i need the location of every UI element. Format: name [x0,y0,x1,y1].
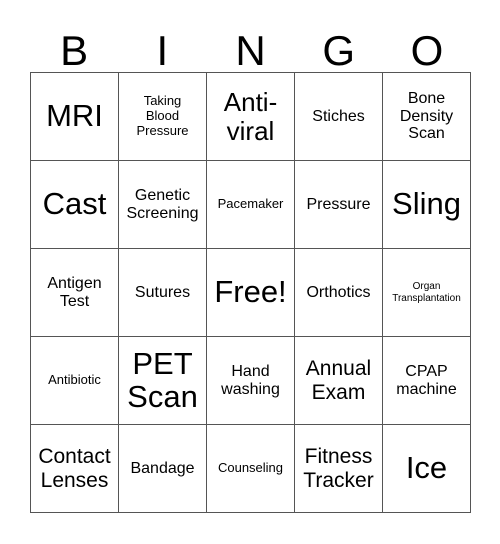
bingo-cell-label: Organ Transplantation [392,281,461,304]
bingo-cell-r1c5[interactable]: Bone Density Scan [383,73,471,161]
bingo-cell-r4c2[interactable]: PET Scan [119,337,207,425]
bingo-cell-label: PET Scan [127,345,198,414]
bingo-cell-label: Cast [42,186,107,222]
bingo-cell-label: Pacemaker [217,196,284,212]
bingo-cell-r4c5[interactable]: CPAP machine [383,337,471,425]
bingo-cell-label: Antibiotic [48,372,101,388]
bingo-cell-r5c4[interactable]: Fitness Tracker [295,425,383,513]
bingo-header-letter-n: N [235,27,266,74]
bingo-cell-r3c5[interactable]: Organ Transplantation [383,249,471,337]
bingo-cell-r3c1[interactable]: Antigen Test [31,249,119,337]
bingo-cell-label: Annual Exam [305,357,372,404]
bingo-cell-r4c3[interactable]: Hand washing [207,337,295,425]
bingo-cell-label: Genetic Screening [126,186,199,222]
bingo-cell-r4c1[interactable]: Antibiotic [31,337,119,425]
bingo-cell-r1c3[interactable]: Anti- viral [207,73,295,161]
bingo-grid: MRI Taking Blood Pressure Anti- viral Stich… [30,72,471,513]
bingo-cell-label: Free! [214,274,287,310]
bingo-cell-label: Hand washing [221,362,280,398]
bingo-header-letter-b: B [60,27,89,74]
bingo-cell-r1c1[interactable]: MRI [31,73,119,161]
bingo-cell-r5c1[interactable]: Contact Lenses [31,425,119,513]
bingo-cell-r5c5[interactable]: Ice [383,425,471,513]
bingo-cell-label: CPAP machine [396,362,457,398]
bingo-cell-label: Counseling [217,460,284,476]
bingo-header-row: BINGO [30,14,471,72]
bingo-cell-label: Stiches [312,107,365,125]
bingo-cell-label: Orthotics [306,283,371,301]
bingo-cell-r5c2[interactable]: Bandage [119,425,207,513]
bingo-header-letter-o: O [410,27,444,74]
bingo-cell-r2c4[interactable]: Pressure [295,161,383,249]
bingo-cell-label: Anti- viral [223,87,278,146]
bingo-cell-r2c3[interactable]: Pacemaker [207,161,295,249]
bingo-header-letter-g: G [322,27,356,74]
bingo-cell-r4c4[interactable]: Annual Exam [295,337,383,425]
bingo-cell-label: Sutures [134,283,191,301]
bingo-cell-label: Sling [392,186,461,222]
bingo-cell-label: Taking Blood Pressure [136,93,189,138]
bingo-free-space[interactable]: Free! [207,249,295,337]
bingo-cell-label: Pressure [306,195,371,213]
bingo-cell-r3c4[interactable]: Orthotics [295,249,383,337]
bingo-cell-label: MRI [46,98,103,134]
bingo-cell-label: Ice [405,450,448,486]
bingo-card: B I N G O MRI Taking Blood Pressure Anti- vira… [0,0,500,544]
bingo-cell-label: Bandage [130,459,195,477]
bingo-cell-r1c4[interactable]: Stiches [295,73,383,161]
bingo-cell-label: Antigen Test [47,274,102,310]
bingo-cell-r5c3[interactable]: Counseling [207,425,295,513]
bingo-cell-label: Bone Density Scan [399,89,454,143]
bingo-cell-r2c1[interactable]: Cast [31,161,119,249]
bingo-cell-r1c2[interactable]: Taking Blood Pressure [119,73,207,161]
bingo-header-letter-i: I [156,27,169,74]
bingo-cell-r2c2[interactable]: Genetic Screening [119,161,207,249]
bingo-cell-r2c5[interactable]: Sling [383,161,471,249]
bingo-cell-r3c2[interactable]: Sutures [119,249,207,337]
bingo-cell-label: Contact Lenses [38,445,111,492]
bingo-cell-label: Fitness Tracker [303,445,374,492]
